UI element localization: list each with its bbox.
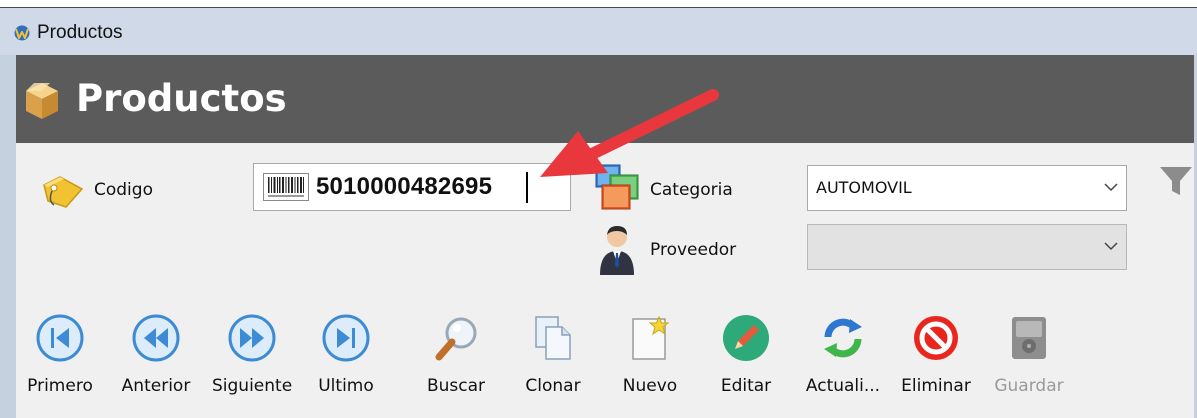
new-document-icon [632,315,670,360]
ultimo-label: Ultimo [318,376,374,396]
last-record-icon [322,314,370,362]
magnifier-icon [435,317,477,361]
chevron-down-icon [1104,183,1118,192]
actualizar-label: Actuali... [805,376,881,396]
eliminar-label: Eliminar [901,376,971,396]
corner-mark [1185,0,1197,8]
refresh-icon [824,318,862,358]
nuevo-button[interactable]: Nuevo [610,313,690,403]
anterior-label: Anterior [121,376,191,396]
ultimo-button[interactable]: Ultimo [306,313,386,403]
categories-icon [595,164,639,210]
app-logo-icon [14,25,30,41]
person-icon [600,226,634,275]
window-titlebar[interactable]: Productos [0,8,1197,55]
window-frame-left [0,55,16,418]
categoria-selected-value: AUTOMOVIL [816,178,912,197]
box-icon [26,83,58,119]
siguiente-button[interactable]: Siguiente [212,313,292,403]
guardar-button[interactable]: Guardar [989,313,1069,403]
categoria-select[interactable]: AUTOMOVIL [807,165,1127,211]
first-record-icon [36,314,84,362]
save-disk-icon [1012,317,1046,359]
editar-label: Editar [720,376,772,396]
proveedor-select[interactable] [807,224,1127,270]
nuevo-label: Nuevo [622,376,678,396]
codigo-label: Codigo [94,180,153,200]
clonar-label: Clonar [525,376,581,396]
delete-icon [914,316,958,360]
primero-button[interactable]: Primero [20,313,100,403]
clonar-button[interactable]: Clonar [513,313,593,403]
codigo-value: 5010000482695 [316,173,493,200]
primero-label: Primero [27,376,93,396]
proveedor-label: Proveedor [650,240,737,260]
siguiente-label: Siguiente [212,376,293,396]
buscar-button[interactable]: Buscar [416,313,496,403]
anterior-button[interactable]: Anterior [116,313,196,403]
previous-record-icon [132,314,180,362]
page-header: Productos [16,55,1194,143]
buscar-label: Buscar [426,376,486,396]
guardar-label: Guardar [994,376,1064,396]
codigo-input[interactable]: 5010000482695 [253,163,571,211]
chevron-down-icon [1104,242,1118,251]
window-title: Productos [37,22,123,43]
tag-icon [43,176,84,208]
product-form: Codigo 5010000482695 Categoria AUTOMOVIL… [16,143,1194,418]
eliminar-button[interactable]: Eliminar [896,313,976,403]
copy-icon [535,316,571,360]
barcode-icon [263,173,309,201]
filter-icon[interactable] [1158,165,1194,195]
categoria-label: Categoria [650,180,733,200]
text-caret [526,172,528,203]
page-title: Productos [76,77,287,120]
actualizar-button[interactable]: Actuali... [803,313,883,403]
editar-button[interactable]: Editar [706,313,786,403]
next-record-icon [228,314,276,362]
edit-pencil-icon [723,315,769,361]
